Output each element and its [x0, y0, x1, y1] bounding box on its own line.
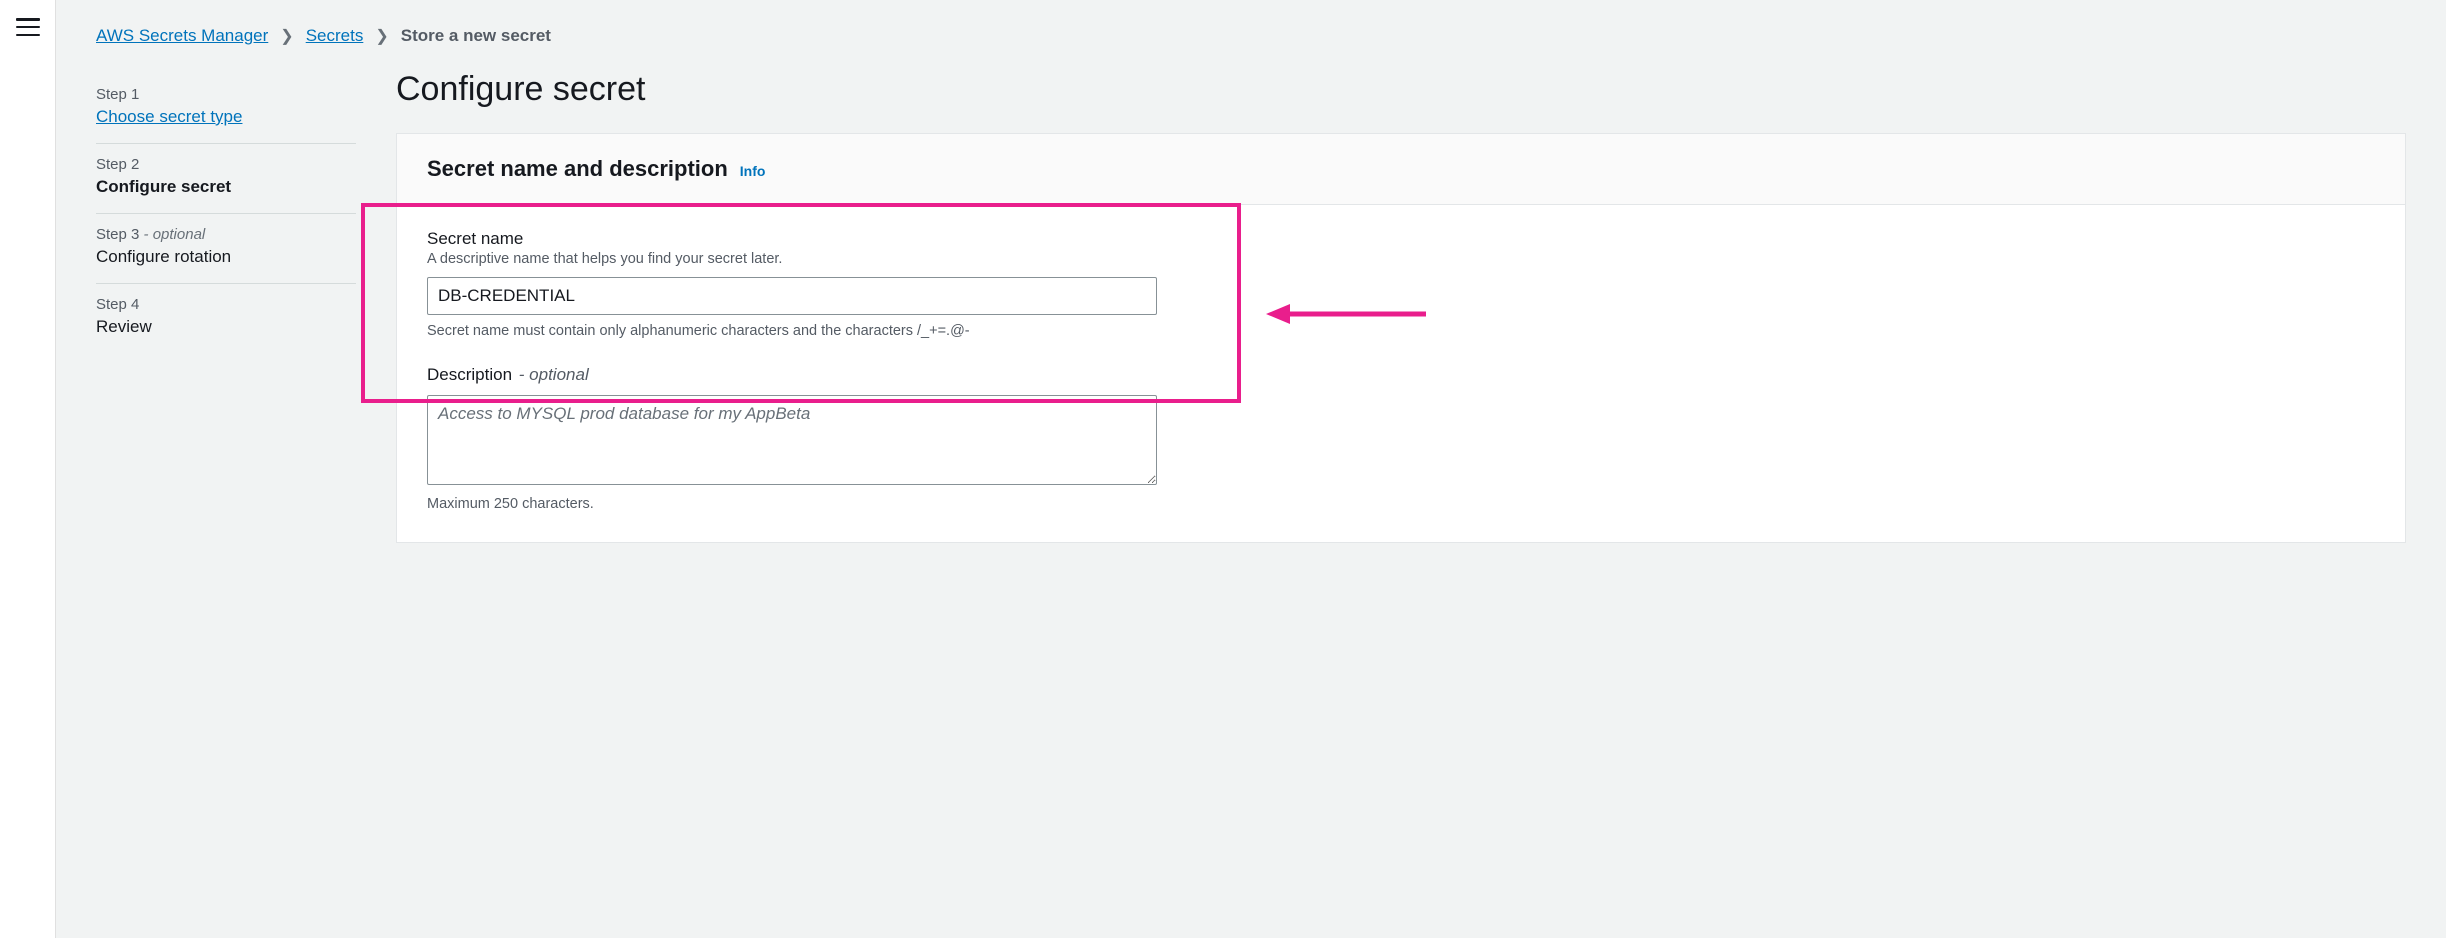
chevron-right-icon: ❯ [280, 26, 293, 46]
description-constraint: Maximum 250 characters. [427, 496, 2375, 512]
step-choose-secret-type[interactable]: Choose secret type [96, 107, 356, 127]
breadcrumb-root[interactable]: AWS Secrets Manager [96, 26, 268, 46]
step-label: Step 1 [96, 86, 356, 103]
step-optional-tag: - optional [139, 226, 205, 243]
secret-name-panel: Secret name and description Info Secret … [396, 133, 2406, 543]
description-input[interactable] [427, 395, 1157, 485]
secret-name-label: Secret name [427, 229, 2375, 249]
page-title: Configure secret [396, 70, 2406, 109]
step-label: Step 4 [96, 296, 356, 313]
breadcrumb: AWS Secrets Manager ❯ Secrets ❯ Store a … [56, 0, 2446, 54]
wizard-steps: Step 1 Choose secret type Step 2 Configu… [96, 64, 356, 543]
secret-name-helper: A descriptive name that helps you find y… [427, 251, 2375, 267]
chevron-right-icon: ❯ [375, 26, 388, 46]
description-label-text: Description [427, 365, 512, 384]
description-optional-tag: - optional [519, 365, 589, 384]
step-label: Step 3 - optional [96, 226, 356, 243]
info-link[interactable]: Info [740, 163, 766, 179]
secret-name-constraint: Secret name must contain only alphanumer… [427, 323, 2375, 339]
step-configure-rotation: Configure rotation [96, 247, 356, 267]
panel-heading: Secret name and description [427, 156, 728, 182]
step-number: Step 3 [96, 226, 139, 243]
secret-name-input[interactable] [427, 277, 1157, 315]
step-configure-secret: Configure secret [96, 177, 356, 197]
step-label: Step 2 [96, 156, 356, 173]
breadcrumb-current: Store a new secret [401, 26, 551, 46]
breadcrumb-parent[interactable]: Secrets [306, 26, 364, 46]
menu-toggle[interactable] [16, 18, 40, 36]
description-label: Description - optional [427, 365, 2375, 385]
step-review: Review [96, 317, 356, 337]
